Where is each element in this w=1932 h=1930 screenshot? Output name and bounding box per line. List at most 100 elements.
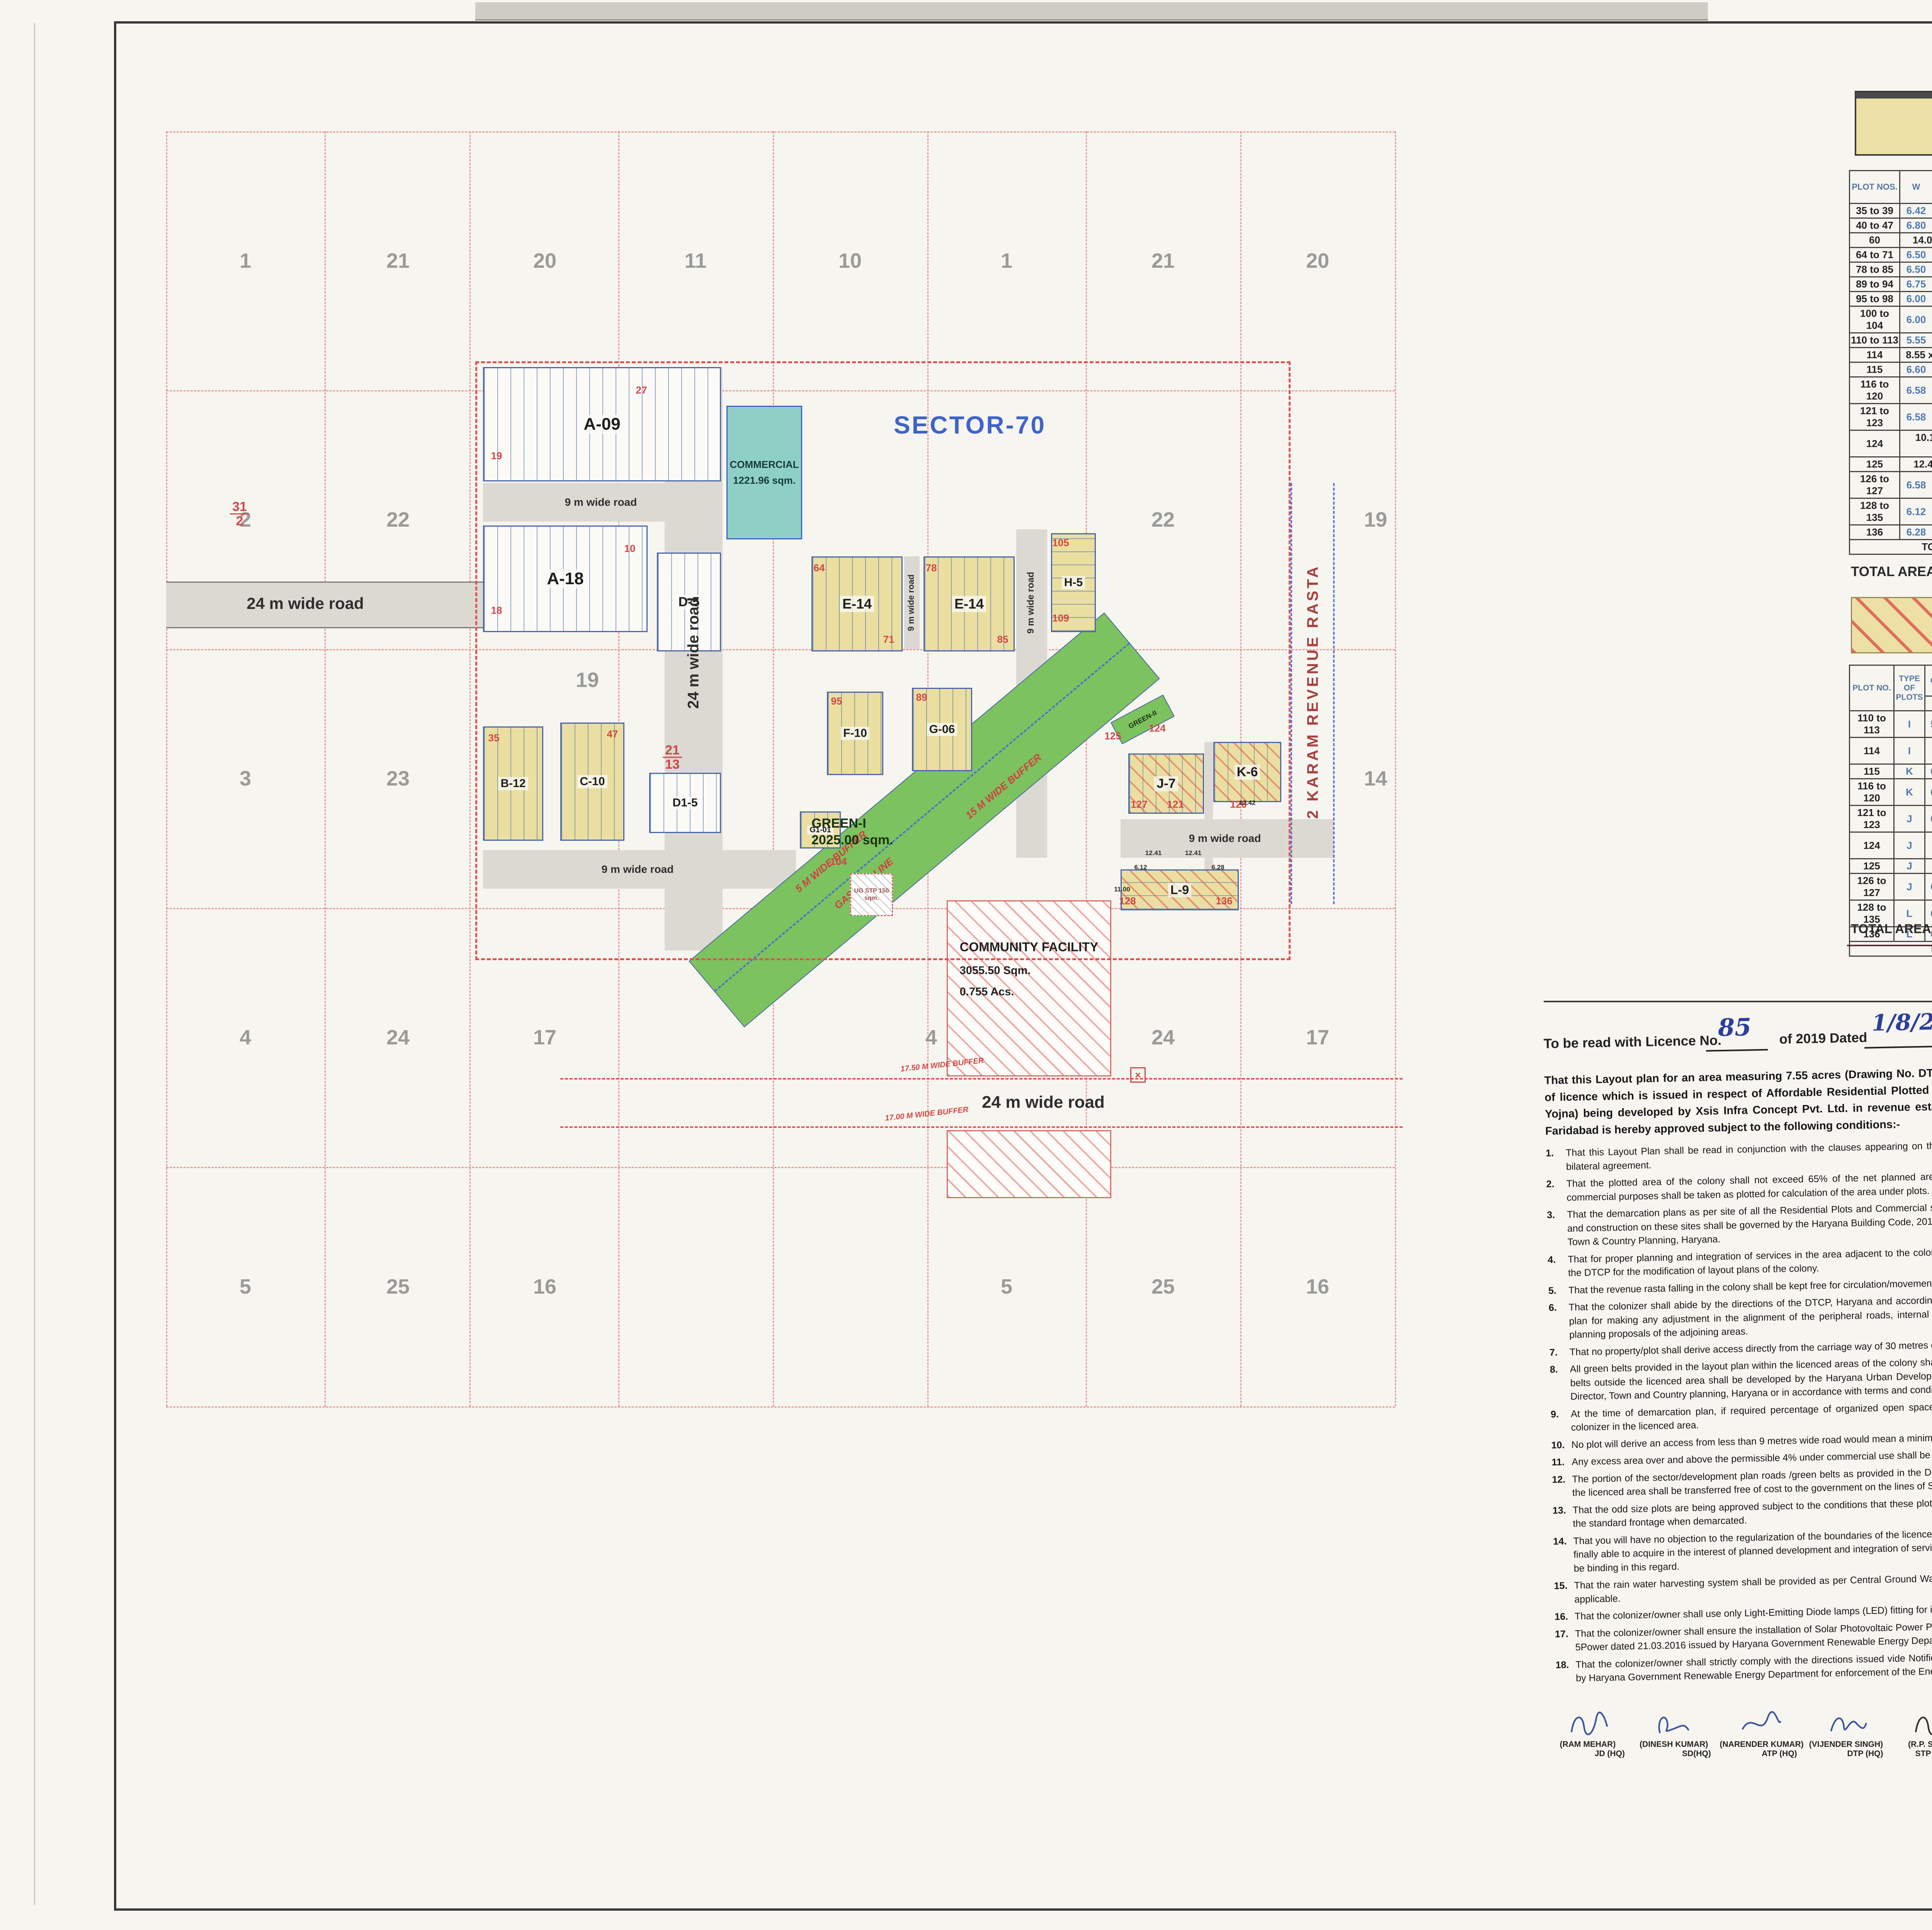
khasra-number: 4 [240, 1025, 251, 1049]
khasra-fraction: 312 [230, 500, 249, 528]
colony-boundary [475, 361, 1291, 960]
table-cell: 6.12 [1900, 498, 1932, 525]
community-acres: 0.755 Acs. [960, 986, 1099, 998]
plot-dimension: 11.00 [1114, 886, 1130, 893]
table-row: 125J12.41 X 6.43 + 13.88/21126.02 [1850, 859, 1932, 874]
table-cell: 6.58 [1925, 779, 1932, 806]
table-cell: 126 to 127 [1850, 874, 1894, 900]
licence-condition: 8.All green belts provided in the layout… [1550, 1352, 1932, 1404]
table-cell: 116 to 120 [1850, 377, 1900, 404]
licence-lead: To be read with Licence No. [1543, 1033, 1721, 1052]
table-row: 114I8.55 x 11.97 - 3.0 x 1.83/2199.59 [1850, 738, 1932, 764]
khasra-number: 1 [1001, 249, 1012, 273]
plot-dimension: 12.42 [1239, 799, 1256, 807]
table-cell: I [1894, 711, 1925, 738]
khasra-number: 4 [925, 1025, 937, 1049]
table-cell: 12.41 X 6.43 + 13.88/2 [1900, 457, 1932, 472]
plot-dimension: 12.41 [1145, 849, 1162, 857]
table-row: 110 to 113I5.5511.9766.434265.73 [1850, 711, 1932, 738]
licence-intro: That this Layout plan for an area measur… [1544, 1061, 1932, 1139]
table-cell: 6.80 [1900, 218, 1932, 233]
road-label: 9 m wide road [565, 496, 637, 508]
table-cell: 124 [1850, 430, 1900, 457]
plot-number: 89 [916, 692, 927, 704]
plot-number: 109 [1052, 612, 1069, 624]
khasra-number: 22 [386, 508, 410, 532]
table-row: 6014.00 x 6.70 + 13.19 /21139.23 [1850, 233, 1932, 248]
col-header: PLOT NOS. [1850, 171, 1900, 204]
khasra-number: 24 [386, 1025, 410, 1049]
khasra-number: 19 [1364, 508, 1387, 532]
table-cell: 6.60 [1925, 764, 1932, 779]
licence-condition: 3.That the demarcation plans as per site… [1547, 1197, 1932, 1250]
signature-icon [1651, 1708, 1697, 1738]
road-label: 9 m wide road [602, 863, 674, 876]
freezed-legend-swatch [1855, 91, 1932, 156]
table-row: 128 to 1356.1211.0067.328538.56 [1850, 498, 1932, 525]
table-row: 116 to 120K6.5812.4281.725408.62 [1850, 779, 1932, 806]
signature-icon [1909, 1708, 1932, 1738]
table-cell: 89 to 94 [1850, 277, 1900, 292]
table-cell: 115 [1850, 764, 1894, 779]
signatory: (NARENDER KUMAR)ATP (HQ) [1720, 1708, 1800, 1758]
plot-number: 128 [1119, 895, 1136, 907]
plot-number: 27 [636, 384, 647, 396]
licence-conditions: 1.That this Layout Plan shall be read in… [1546, 1135, 1932, 1686]
table-cell: 136 [1850, 525, 1900, 540]
table-row: 121 to 123J6.5812.4181.663244.97 [1850, 806, 1932, 832]
table-cell: 121 to 123 [1850, 806, 1894, 832]
khasra-number: 14 [1364, 767, 1387, 791]
col-header: W [1900, 171, 1932, 204]
plot-number: 47 [607, 728, 618, 740]
table-cell: 6.60 [1900, 362, 1932, 377]
khasra-number: 5 [240, 1275, 251, 1299]
signatory: (DINESH KUMAR)SD(HQ) [1634, 1708, 1714, 1758]
table-cell: 128 to 135 [1850, 498, 1900, 525]
table-row: 100 to 1046.0012.6876.085380.40 [1850, 306, 1932, 333]
khasra-number: 17 [1306, 1025, 1329, 1049]
table-cell: 78 to 85 [1850, 262, 1900, 277]
community-facility-extension [947, 1130, 1111, 1198]
sector-label: SECTOR-70 [894, 411, 1046, 439]
layout-map: SECTOR-70 COMMERCIAL 1221.96 sqm. 5 M WI… [0, 0, 1546, 1930]
table-row: 1148.55 x 11.97 - 3.0 x 1.83/2199.59 [1850, 348, 1932, 362]
table-row: 40 to 476.8020.65140.4281123.36 [1850, 218, 1932, 233]
road-label: 9 m wide road [906, 575, 916, 631]
plot-dimension: 6.28 [1211, 864, 1224, 871]
table-cell: 121 to 123 [1850, 404, 1900, 430]
khasra-number: 23 [386, 767, 410, 791]
khasra-number: 10 [838, 249, 862, 273]
table-cell: 125 [1850, 457, 1900, 472]
freezed-plots-table: PLOT NOS. W D AREA OF PLOTS IN SQM. NO O… [1849, 170, 1932, 555]
table-cell: K [1894, 779, 1925, 806]
licence-number-handwritten: 85 [1718, 1013, 1752, 1042]
drawing-sheet: SECTOR-70 COMMERCIAL 1221.96 sqm. 5 M WI… [0, 0, 1932, 1930]
road-label: 24 m wide road [247, 594, 364, 613]
mortgage-formula: TOTAL AREA = 2117.41 X 100 / 13819.05 = … [1851, 922, 1932, 936]
khasra-number: 20 [533, 249, 556, 273]
table-cell: 8.55 x 11.97 - 3.0 x 1.83/2 [1925, 738, 1932, 764]
table-row: 78 to 856.5016.97110.318882.44 [1850, 262, 1932, 277]
plot-number: 125 [1104, 730, 1121, 742]
table-row: 35 to 396.4220.64132.515662.54 [1850, 204, 1932, 218]
table-row: 116 to 1206.5812.4281.725408.62 [1850, 377, 1932, 404]
table-cell: 6.58 [1925, 874, 1932, 900]
table-cell: 5.55 [1925, 711, 1932, 738]
survey-grid-line [1395, 131, 1396, 1406]
table-cell: I [1894, 738, 1925, 764]
table-row: 95 to 986.0012.6876.084304.32 [1850, 292, 1932, 306]
plot-number: 127 [1131, 799, 1147, 811]
plot-dimension: 12.41 [1185, 849, 1202, 857]
plot-number: 71 [883, 634, 895, 646]
table-body: 35 to 396.4220.64132.515662.5440 to 476.… [1850, 204, 1932, 554]
table-cell: J [1894, 832, 1925, 859]
licence-text-block: To be read with Licence No. 85 of 2019 D… [1543, 1005, 1932, 1689]
table-cell: TOTAL. [1850, 540, 1932, 554]
table-cell: 95 to 98 [1850, 292, 1900, 306]
table-cell: 8.55 x 11.97 - 3.0 x 1.83/2 [1900, 348, 1932, 362]
khasra-fraction: 2113 [663, 744, 682, 771]
plot-number: 35 [488, 732, 500, 744]
table-cell: 6.00 [1900, 306, 1932, 333]
khasra-number: 16 [533, 1275, 556, 1299]
table-cell: 6.75 [1900, 277, 1932, 292]
